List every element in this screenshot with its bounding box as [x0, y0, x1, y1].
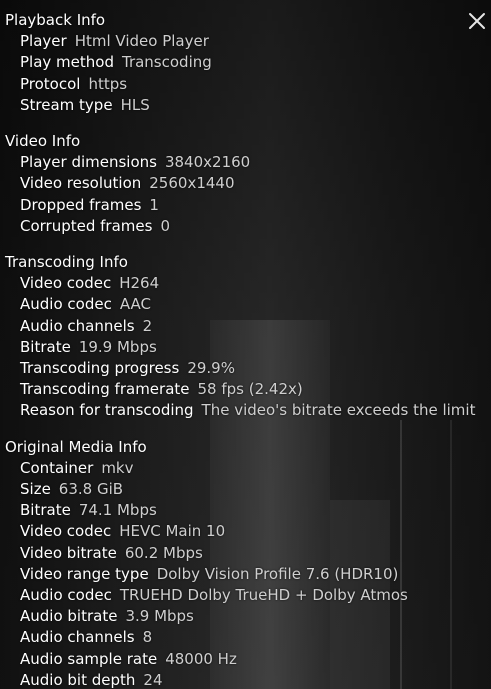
info-row: Container mkv: [5, 458, 491, 479]
info-label: Transcoding framerate: [20, 380, 190, 399]
info-label: Video codec: [20, 522, 112, 541]
info-row: Dropped frames 1: [5, 195, 491, 216]
info-row: Video codec H264: [5, 273, 491, 294]
info-label: Video bitrate: [20, 543, 117, 562]
stats-content: Playback Info Player Html Video Player Play…: [5, 10, 491, 689]
info-label: Audio bit depth: [20, 670, 136, 689]
info-value: 29.9%: [187, 359, 235, 378]
info-value: 8: [142, 628, 153, 647]
info-label: Audio channels: [20, 316, 135, 335]
info-row: Audio channels 2: [5, 316, 491, 337]
info-value: HLS: [120, 95, 150, 114]
info-row: Audio bit depth 24: [5, 670, 491, 689]
section-title: Original Media Info: [5, 437, 147, 456]
info-label: Reason for transcoding: [20, 401, 194, 420]
info-row: Player Html Video Player: [5, 31, 491, 52]
info-label: Audio bitrate: [20, 607, 118, 626]
info-value: https: [88, 74, 128, 93]
info-value: 1: [149, 195, 159, 214]
info-value: 2: [142, 316, 153, 335]
info-section: Video Info Player dimensions 3840x2160 Vide…: [5, 131, 491, 237]
info-label: Player dimensions: [20, 153, 157, 172]
info-value: 24: [143, 670, 163, 689]
section-title: Video Info: [5, 132, 81, 151]
info-value: AAC: [119, 295, 151, 314]
info-label: Stream type: [20, 95, 113, 114]
info-value: 19.9 Mbps: [78, 337, 157, 356]
info-value: TRUEHD Dolby TrueHD + Dolby Atmos: [119, 586, 408, 605]
section-title: Playback Info: [5, 11, 106, 29]
info-label: Video range type: [20, 564, 149, 583]
info-value: 60.2 Mbps: [124, 543, 203, 562]
info-row: Reason for transcoding The video's bitrat…: [5, 400, 491, 421]
info-row: Audio codec AAC: [5, 294, 491, 315]
info-label: Player: [20, 32, 67, 51]
info-row: Audio channels 8: [5, 627, 491, 648]
info-row: Video resolution 2560x1440: [5, 173, 491, 194]
info-label: Audio codec: [20, 586, 112, 605]
info-row: Video codec HEVC Main 10: [5, 521, 491, 542]
section-title: Transcoding Info: [5, 253, 128, 272]
info-section: Original Media Info Container mkv Size 63.8 …: [5, 437, 491, 689]
info-row: Audio bitrate 3.9 Mbps: [5, 606, 491, 627]
info-label: Dropped frames: [20, 195, 142, 214]
info-label: Video codec: [20, 274, 112, 293]
info-row: Bitrate 19.9 Mbps: [5, 337, 491, 358]
info-label: Size: [20, 480, 51, 499]
info-row: Transcoding framerate 58 fps (2.42x): [5, 379, 491, 400]
info-value: Dolby Vision Profile 7.6 (HDR10): [156, 564, 399, 583]
playback-info-panel: Playback Info Player Html Video Player Play…: [0, 0, 491, 689]
info-value: 3.9 Mbps: [125, 607, 194, 626]
info-label: Bitrate: [20, 501, 71, 520]
info-label: Corrupted frames: [20, 216, 153, 235]
info-section: Playback Info Player Html Video Player Play…: [5, 10, 491, 116]
info-value: mkv: [101, 458, 134, 477]
info-label: Play method: [20, 53, 114, 72]
info-row: Video bitrate 60.2 Mbps: [5, 543, 491, 564]
info-value: The video's bitrate exceeds the limit: [201, 401, 476, 420]
info-value: 48000 Hz: [165, 649, 237, 668]
info-section: Transcoding Info Video codec H264 Audio cod…: [5, 252, 491, 422]
info-label: Bitrate: [20, 337, 71, 356]
info-row: Size 63.8 GiB: [5, 479, 491, 500]
info-label: Audio sample rate: [20, 649, 158, 668]
info-value: 0: [160, 216, 170, 235]
info-row: Video range type Dolby Vision Profile 7.6…: [5, 564, 491, 585]
info-row: Audio codec TRUEHD Dolby TrueHD + Dolby A…: [5, 585, 491, 606]
info-value: H264: [119, 274, 160, 293]
info-row: Player dimensions 3840x2160: [5, 152, 491, 173]
info-label: Audio channels: [20, 628, 135, 647]
info-row: Stream type HLS: [5, 95, 491, 116]
info-label: Transcoding progress: [20, 359, 180, 378]
info-row: Corrupted frames 0: [5, 216, 491, 237]
info-value: 3840x2160: [164, 153, 251, 172]
info-row: Audio sample rate 48000 Hz: [5, 649, 491, 670]
info-label: Video resolution: [20, 174, 142, 193]
info-label: Audio codec: [20, 295, 112, 314]
info-value: Transcoding: [121, 53, 212, 72]
info-label: Protocol: [20, 74, 81, 93]
info-value: 58 fps (2.42x): [197, 380, 303, 399]
info-label: Container: [20, 458, 94, 477]
info-row: Play method Transcoding: [5, 52, 491, 73]
info-value: 2560x1440: [149, 174, 235, 193]
info-value: HEVC Main 10: [119, 522, 226, 541]
info-row: Transcoding progress 29.9%: [5, 358, 491, 379]
info-value: 63.8 GiB: [58, 480, 124, 499]
info-row: Bitrate 74.1 Mbps: [5, 500, 491, 521]
info-value: Html Video Player: [74, 32, 209, 51]
info-value: 74.1 Mbps: [78, 501, 157, 520]
info-row: Protocol https: [5, 74, 491, 95]
